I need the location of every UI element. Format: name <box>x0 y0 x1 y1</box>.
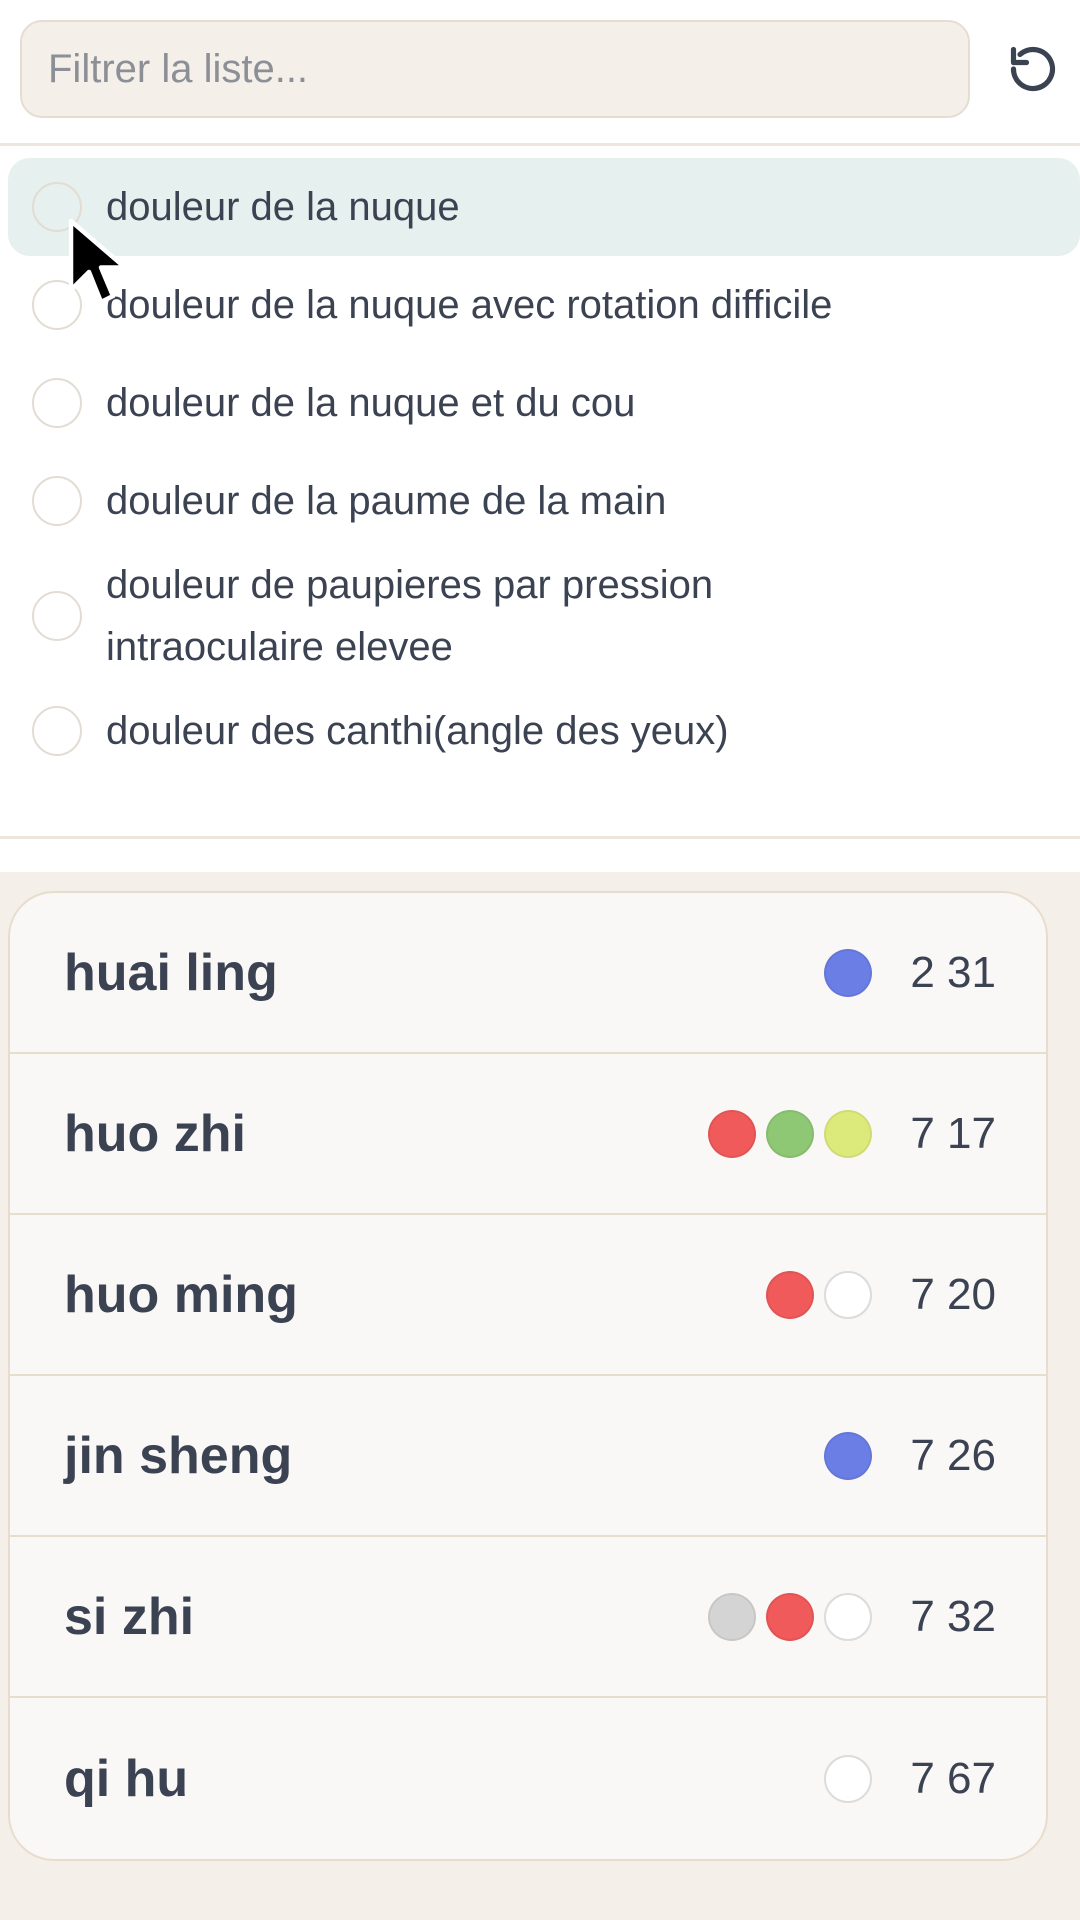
result-meta: 2 31 <box>824 948 996 998</box>
option-list: douleur de la nuque douleur de la nuque … <box>0 158 1080 780</box>
result-number: 7 32 <box>910 1591 996 1641</box>
radio-button[interactable] <box>32 280 82 330</box>
result-name: jin sheng <box>64 1426 293 1485</box>
result-row[interactable]: qi hu 7 67 <box>10 1698 1046 1859</box>
radio-button[interactable] <box>32 591 82 641</box>
color-dot <box>824 948 872 997</box>
color-dot <box>708 1592 756 1641</box>
result-meta: 7 17 <box>708 1109 996 1159</box>
result-row[interactable]: huo ming 7 20 <box>10 1215 1046 1376</box>
color-dot <box>824 1592 872 1641</box>
option-item[interactable]: douleur des canthi(angle des yeux) <box>0 682 1080 780</box>
color-dot <box>824 1109 872 1158</box>
divider <box>0 836 1080 839</box>
radio-button[interactable] <box>32 706 82 756</box>
color-dot <box>766 1109 814 1158</box>
result-name: qi hu <box>64 1749 189 1808</box>
result-meta: 7 32 <box>708 1592 996 1642</box>
option-item[interactable]: douleur de paupieres par pression intrao… <box>0 550 1080 682</box>
result-number: 7 20 <box>910 1269 996 1319</box>
result-number: 7 17 <box>910 1108 996 1158</box>
result-meta: 7 67 <box>824 1754 996 1804</box>
option-label: douleur des canthi(angle des yeux) <box>106 709 729 753</box>
result-number: 7 26 <box>910 1430 996 1480</box>
option-item[interactable]: douleur de la nuque <box>8 158 1080 256</box>
option-label: douleur de la paume de la main <box>106 479 667 523</box>
radio-button[interactable] <box>32 378 82 428</box>
result-name: si zhi <box>64 1587 195 1646</box>
color-dot <box>766 1270 814 1319</box>
option-label: douleur de paupieres par pression intrao… <box>106 563 714 669</box>
result-meta: 7 20 <box>766 1270 996 1320</box>
result-name: huo ming <box>64 1265 298 1324</box>
result-meta: 7 26 <box>824 1431 996 1481</box>
filter-bar <box>0 0 1080 146</box>
result-row[interactable]: huo zhi 7 17 <box>10 1054 1046 1215</box>
page: douleur de la nuque douleur de la nuque … <box>0 0 1080 1920</box>
radio-button[interactable] <box>32 476 82 526</box>
rotate-ccw-icon <box>1010 46 1056 92</box>
color-dot <box>766 1592 814 1641</box>
option-item[interactable]: douleur de la paume de la main <box>0 452 1080 550</box>
result-name: huai ling <box>64 943 278 1002</box>
result-row[interactable]: jin sheng 7 26 <box>10 1376 1046 1537</box>
results-card: huai ling 2 31 huo zhi 7 17 huo ming 7 20 jin … <box>8 891 1048 1861</box>
color-dot <box>824 1754 872 1803</box>
result-number: 2 31 <box>910 947 996 997</box>
option-label: douleur de la nuque <box>106 185 460 229</box>
result-row[interactable]: si zhi 7 32 <box>10 1537 1046 1698</box>
color-dot <box>824 1431 872 1480</box>
option-item[interactable]: douleur de la nuque avec rotation diffic… <box>0 256 1080 354</box>
filter-input[interactable] <box>20 20 970 118</box>
result-name: huo zhi <box>64 1104 246 1163</box>
result-number: 7 67 <box>910 1753 996 1803</box>
option-label: douleur de la nuque et du cou <box>106 381 636 425</box>
color-dot <box>708 1109 756 1158</box>
option-label: douleur de la nuque avec rotation diffic… <box>106 283 833 327</box>
result-row[interactable]: huai ling 2 31 <box>10 893 1046 1054</box>
option-item[interactable]: douleur de la nuque et du cou <box>0 354 1080 452</box>
color-dot <box>824 1270 872 1319</box>
results-panel: huai ling 2 31 huo zhi 7 17 huo ming 7 20 jin … <box>0 872 1080 1920</box>
reset-button[interactable] <box>1002 38 1064 100</box>
radio-button[interactable] <box>32 182 82 232</box>
